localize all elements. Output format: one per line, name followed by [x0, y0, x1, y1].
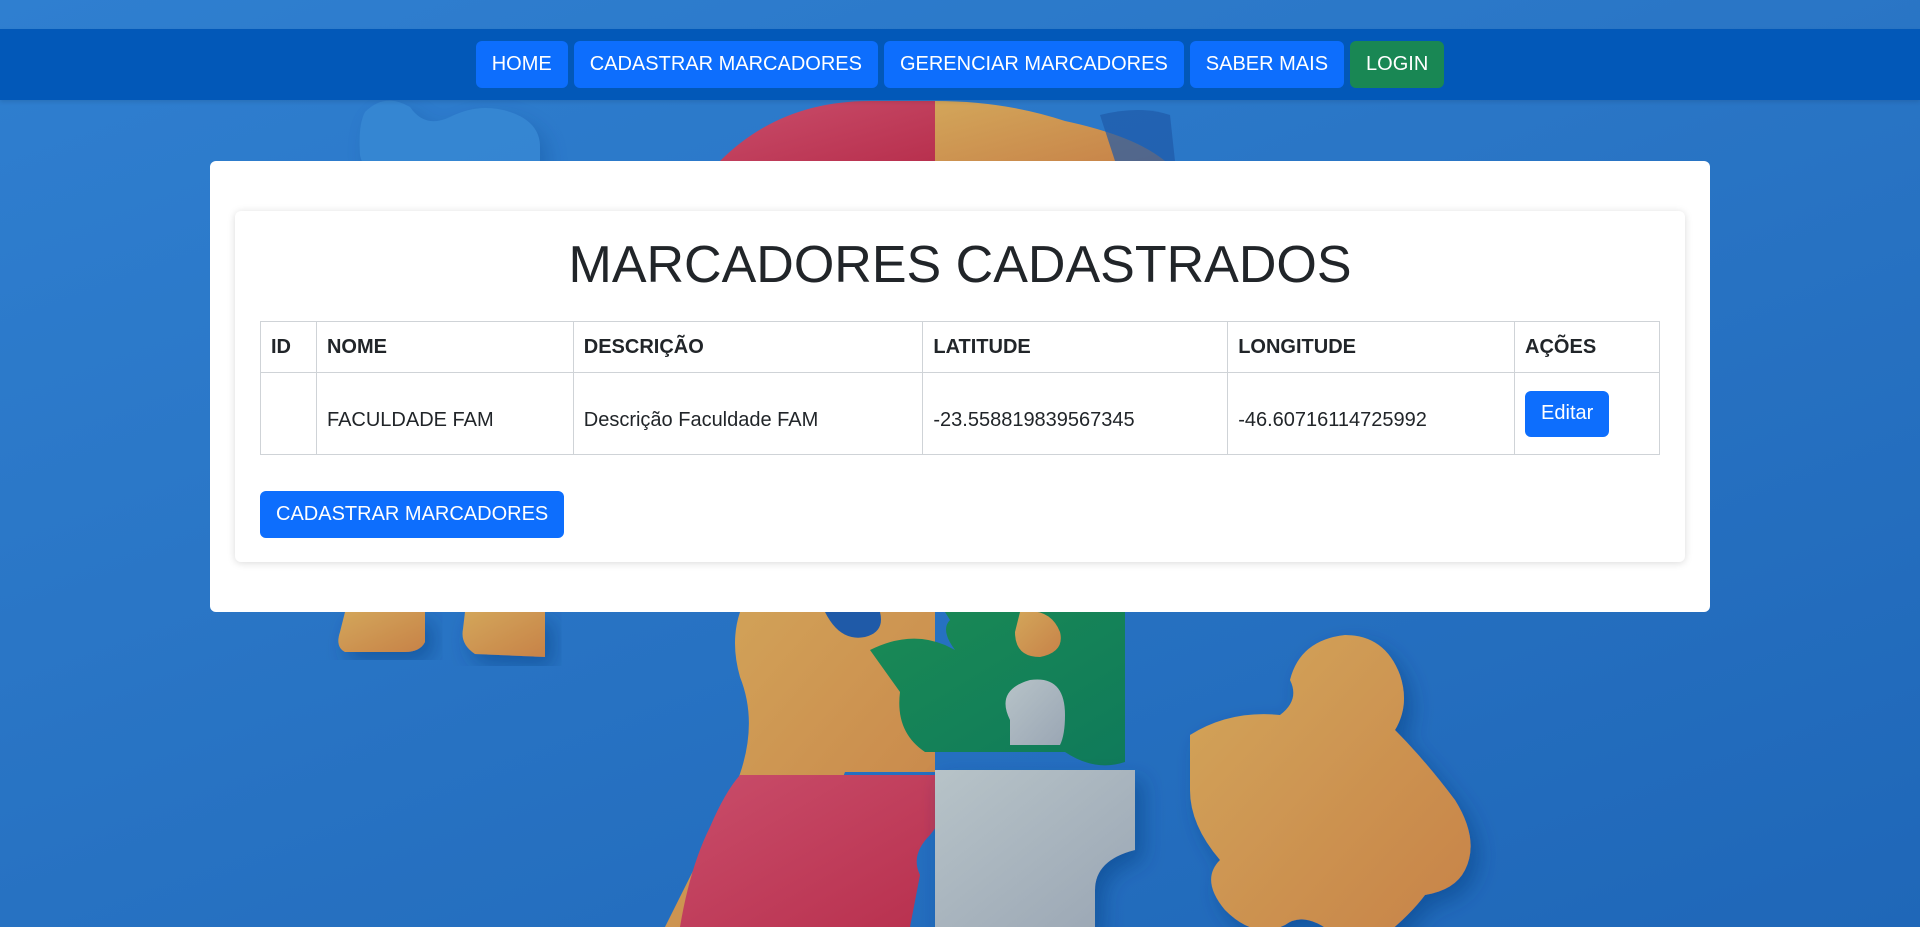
column-header-latitude: LATITUDE	[922, 321, 1229, 373]
cell-nome: FACULDADE FAM	[315, 372, 574, 455]
nav-login-button[interactable]: LOGIN	[1350, 41, 1445, 88]
cell-longitude: -46.60716114725992	[1227, 372, 1516, 455]
nav-cadastrar-marcadores-button[interactable]: CADASTRAR MARCADORES	[573, 41, 878, 88]
cell-descricao: Descrição Faculdade FAM	[572, 372, 924, 455]
page-title: MARCADORES CADASTRADOS	[568, 236, 1352, 294]
markers-table: ID NOME DESCRIÇÃO LATITUDE LONGITUDE AÇÕ…	[260, 321, 1660, 455]
column-header-nome: NOME	[315, 321, 574, 373]
column-header-descricao: DESCRIÇÃO	[572, 321, 924, 373]
column-header-longitude: LONGITUDE	[1227, 321, 1516, 373]
column-header-acoes: AÇÕES	[1514, 321, 1660, 373]
top-navbar: HOME CADASTRAR MARCADORES GERENCIAR MARC…	[0, 29, 1920, 100]
edit-button[interactable]: Editar	[1525, 390, 1610, 437]
table-row: FACULDADE FAM Descrição Faculdade FAM -2…	[260, 372, 1660, 455]
main-container: MARCADORES CADASTRADOS ID NOME DESCRIÇÃO…	[210, 161, 1710, 612]
nav-gerenciar-marcadores-button[interactable]: GERENCIAR MARCADORES	[883, 41, 1184, 88]
cell-id	[260, 372, 317, 455]
table-header-row: ID NOME DESCRIÇÃO LATITUDE LONGITUDE AÇÕ…	[260, 321, 1660, 373]
nav-home-button[interactable]: HOME	[475, 41, 568, 88]
nav-saber-mais-button[interactable]: SABER MAIS	[1189, 41, 1345, 88]
cell-latitude: -23.558819839567345	[922, 372, 1229, 455]
column-header-id: ID	[260, 321, 317, 373]
cell-acoes: Editar	[1514, 372, 1660, 455]
cadastrar-marcadores-button[interactable]: CADASTRAR MARCADORES	[260, 491, 565, 538]
markers-card: MARCADORES CADASTRADOS ID NOME DESCRIÇÃO…	[235, 211, 1685, 562]
